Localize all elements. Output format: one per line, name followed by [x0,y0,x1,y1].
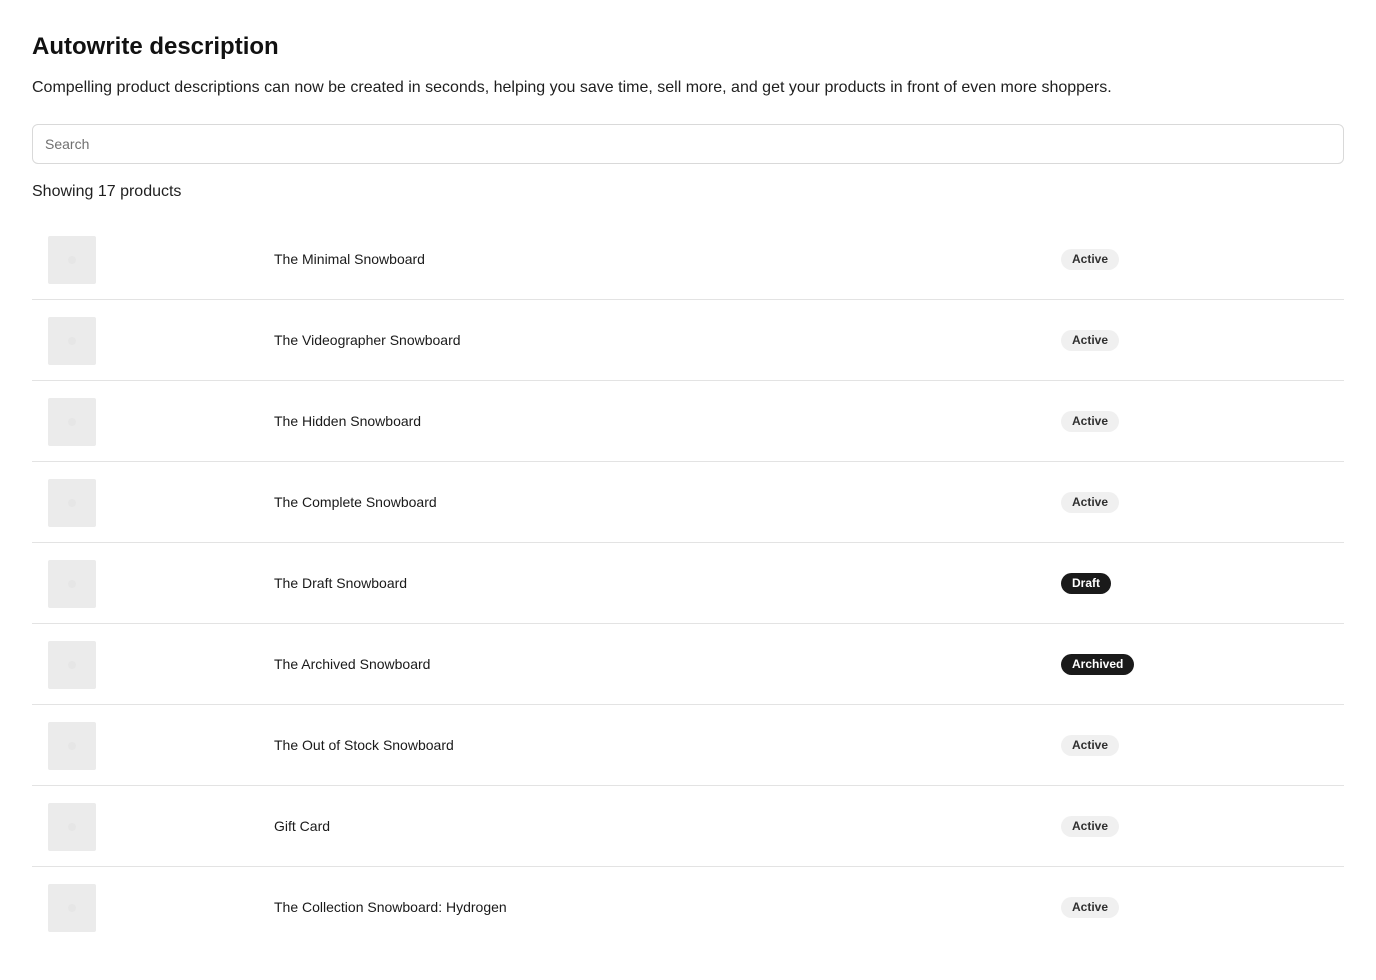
product-row[interactable]: The Videographer Snowboard Active [32,300,1344,381]
product-name: The Complete Snowboard [274,494,437,510]
status-badge: Active [1061,897,1120,918]
product-row[interactable]: The Out of Stock Snowboard Active [32,705,1344,786]
product-thumbnail [48,479,96,527]
product-thumbnail [48,236,96,284]
product-name: The Draft Snowboard [274,575,408,591]
product-name: The Minimal Snowboard [274,251,425,267]
product-thumbnail [48,884,96,932]
status-badge: Active [1061,249,1120,270]
status-badge: Active [1061,411,1120,432]
status-badge: Archived [1061,654,1135,675]
page-title: Autowrite description [32,33,279,60]
status-badge: Draft [1061,573,1112,594]
status-badge: Active [1061,816,1120,837]
search-input[interactable] [32,124,1344,164]
product-row[interactable]: The Archived Snowboard Archived [32,624,1344,705]
autowrite-page: Autowrite description Compelling product… [0,0,1376,980]
product-name: The Hidden Snowboard [274,413,422,429]
product-thumbnail [48,803,96,851]
product-count: Showing 17 products [32,183,182,200]
product-name: Gift Card [274,818,331,834]
product-row[interactable]: The Collection Snowboard: Hydrogen Activ… [32,867,1344,948]
product-row[interactable]: The Complete Snowboard Active [32,462,1344,543]
product-row[interactable]: The Draft Snowboard Draft [32,543,1344,624]
product-thumbnail [48,560,96,608]
product-thumbnail [48,722,96,770]
status-badge: Active [1061,492,1120,513]
product-thumbnail [48,641,96,689]
product-row[interactable]: The Hidden Snowboard Active [32,381,1344,462]
product-thumbnail [48,317,96,365]
product-name: The Archived Snowboard [274,656,431,672]
page-subtitle: Compelling product descriptions can now … [32,79,1112,96]
product-row[interactable]: Gift Card Active [32,786,1344,867]
product-list: The Minimal Snowboard Active The Videogr… [32,219,1344,948]
status-badge: Active [1061,330,1120,351]
product-name: The Out of Stock Snowboard [274,737,454,753]
product-name: The Videographer Snowboard [274,332,461,348]
product-row[interactable]: The Minimal Snowboard Active [32,219,1344,300]
status-badge: Active [1061,735,1120,756]
product-name: The Collection Snowboard: Hydrogen [274,899,507,915]
product-thumbnail [48,398,96,446]
